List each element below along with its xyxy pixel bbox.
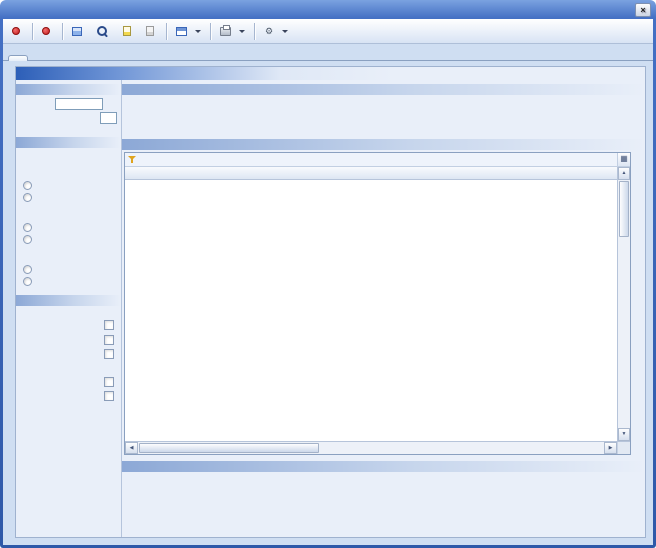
toolbar-separator	[254, 23, 255, 40]
toolbar-separator	[62, 23, 63, 40]
selektion-button[interactable]	[66, 21, 91, 41]
content-area: ▦ ▲	[3, 61, 653, 545]
main-panel: ▦ ▲	[122, 80, 645, 537]
scroll-up-icon[interactable]: ▲	[618, 167, 630, 180]
vertical-scrollbar[interactable]: ▲ ▼	[617, 167, 630, 441]
column-chooser-button[interactable]: ▦	[617, 153, 630, 166]
radio-stapel-anzeigen[interactable]	[16, 181, 121, 192]
checkbox-icon	[104, 377, 114, 387]
period-icon	[12, 27, 20, 35]
selection-icon	[72, 27, 82, 36]
radio-eb-anzeigen[interactable]	[16, 223, 121, 234]
section-konto-periode	[16, 84, 121, 95]
radio-icon	[23, 265, 32, 274]
close-button[interactable]: ×	[635, 3, 651, 17]
primanota-icon	[123, 26, 131, 36]
radio-stapel-nicht-anzeigen[interactable]	[16, 193, 121, 204]
view-icon	[176, 27, 187, 36]
chevron-down-icon	[195, 30, 201, 33]
jahr-button[interactable]	[36, 21, 59, 41]
account-caption	[16, 67, 645, 80]
konto-input[interactable]	[55, 98, 103, 110]
drucken-button[interactable]	[214, 21, 251, 41]
radio-icon	[23, 235, 32, 244]
checkbox-icon	[104, 391, 114, 401]
radio-op-nicht-anzeigen[interactable]	[16, 277, 121, 288]
radio-op-anzeigen[interactable]	[16, 265, 121, 276]
toolbar-separator	[210, 23, 211, 40]
checkbox-alle-perioden-14[interactable]	[16, 392, 121, 403]
horizontal-scrollbar[interactable]: ◀ ▶	[125, 442, 617, 454]
radio-eb-nicht-anzeigen[interactable]	[16, 235, 121, 246]
section-jahresverkehr-alt	[122, 84, 645, 95]
search-icon	[97, 26, 108, 37]
checkbox-alle-perioden-13[interactable]	[16, 378, 121, 389]
window-body: ▦ ▲	[3, 19, 653, 545]
tab-strip	[3, 44, 653, 61]
chevron-down-icon	[282, 30, 288, 33]
scroll-down-icon[interactable]: ▼	[618, 428, 630, 441]
radio-icon	[23, 181, 32, 190]
year-icon	[42, 27, 50, 35]
ansicht-button[interactable]	[170, 21, 207, 41]
section-bewegungen	[122, 139, 645, 150]
table-grid-icon: ▦	[620, 154, 628, 163]
scrollbar-thumb[interactable]	[619, 181, 629, 237]
checkbox-abstimmen-op[interactable]	[16, 350, 121, 361]
toolbar-separator	[32, 23, 33, 40]
filter-icon	[128, 155, 137, 164]
radio-icon	[23, 277, 32, 286]
grid-filter-bar[interactable]: ▦	[125, 153, 630, 167]
scroll-left-icon[interactable]: ◀	[125, 442, 138, 454]
gear-icon	[264, 26, 274, 36]
section-selektion-buchungen	[16, 137, 121, 148]
bis-periode-input[interactable]	[100, 112, 117, 124]
printer-icon	[220, 27, 231, 36]
sidebar	[16, 80, 122, 537]
grid-header-row	[125, 167, 617, 180]
primanota-button[interactable]	[117, 21, 140, 41]
section-jahresverkehr-neu	[122, 461, 645, 472]
section-kontoansicht	[16, 295, 121, 306]
toolbar	[3, 19, 653, 44]
toolbar-separator	[166, 23, 167, 40]
chevron-down-icon	[239, 30, 245, 33]
checkbox-fremdwaehrung[interactable]	[16, 321, 121, 332]
titlebar: ×	[0, 0, 656, 19]
zv-posten-icon	[146, 26, 154, 36]
close-icon: ×	[640, 5, 645, 15]
app-window: ×	[0, 0, 656, 548]
radio-icon	[23, 223, 32, 232]
workspace: ▦ ▲	[15, 66, 646, 538]
radio-icon	[23, 193, 32, 202]
checkbox-icon	[104, 335, 114, 345]
checkbox-icon	[104, 349, 114, 359]
scrollbar-thumb[interactable]	[139, 443, 319, 453]
scroll-corner	[617, 442, 630, 454]
periode-button[interactable]	[6, 21, 29, 41]
bewegungen-grid: ▦ ▲	[124, 152, 631, 455]
extras-button[interactable]	[258, 21, 294, 41]
zv-posten-button[interactable]	[140, 21, 163, 41]
checkbox-abstimmen-eb[interactable]	[16, 336, 121, 347]
scroll-right-icon[interactable]: ▶	[604, 442, 617, 454]
checkbox-icon	[104, 320, 114, 330]
suchen-button[interactable]	[91, 21, 117, 41]
grid-body	[125, 180, 617, 441]
